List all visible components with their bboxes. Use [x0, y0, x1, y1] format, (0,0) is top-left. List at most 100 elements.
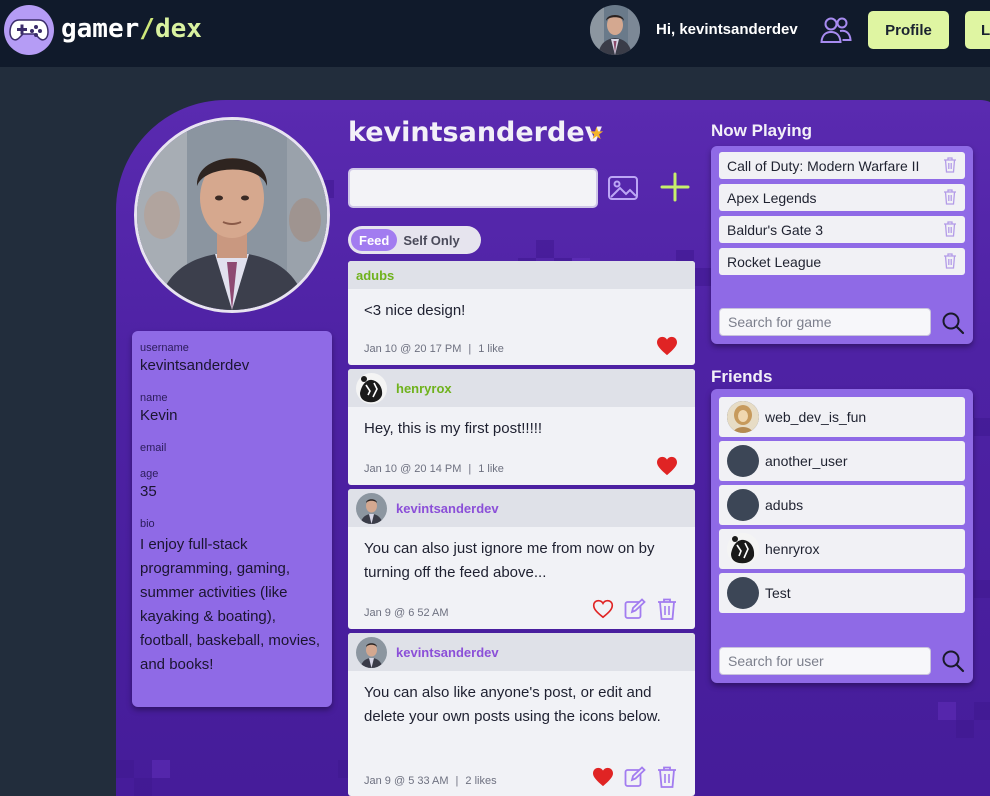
- post-meta: Jan 9 @ 5 33 AM | 2 likes: [364, 775, 497, 787]
- user-info-card: username kevintsanderdev name Kevin emai…: [132, 331, 332, 707]
- friends-title: Friends: [711, 367, 773, 386]
- search-icon[interactable]: [941, 649, 965, 673]
- new-post-input[interactable]: [348, 168, 598, 208]
- post-card: kevintsanderdev You can also like anyone…: [348, 633, 695, 796]
- friend-name: adubs: [765, 497, 804, 513]
- post-meta: Jan 9 @ 6 52 AM: [364, 607, 449, 619]
- post-card: henryrox Hey, this is my first post!!!!!…: [348, 369, 695, 485]
- post-date: Jan 9 @ 5 33 AM: [364, 775, 449, 787]
- friend-avatar: [727, 533, 759, 565]
- top-navbar: gamer/dex Hi, kevintsanderdev Profile Lo: [0, 0, 990, 67]
- friends-icon[interactable]: [820, 15, 852, 45]
- post-date: Jan 9 @ 6 52 AM: [364, 607, 449, 619]
- friend-name: web_dev_is_fun: [765, 409, 867, 425]
- post-header: kevintsanderdev: [348, 489, 695, 527]
- profile-button[interactable]: Profile: [868, 11, 949, 49]
- username-value: kevintsanderdev: [140, 357, 250, 374]
- post-header: kevintsanderdev: [348, 633, 695, 671]
- header-avatar[interactable]: [590, 5, 640, 55]
- post-meta: Jan 10 @ 20 14 PM | 1 like: [364, 463, 504, 475]
- age-value: 35: [140, 483, 157, 500]
- game-item: Baldur's Gate 3: [719, 216, 965, 243]
- game-item: Apex Legends: [719, 184, 965, 211]
- heart-filled-icon[interactable]: [656, 336, 678, 356]
- friend-item[interactable]: another_user: [719, 441, 965, 481]
- search-user-input[interactable]: [719, 647, 931, 675]
- post-likes: 2 likes: [465, 775, 497, 787]
- add-post-icon[interactable]: [659, 171, 691, 203]
- post-card: kevintsanderdev You can also just ignore…: [348, 489, 695, 629]
- game-name: Apex Legends: [727, 189, 817, 206]
- friend-avatar: [727, 489, 759, 521]
- trash-icon[interactable]: [943, 221, 957, 237]
- post-body: You can also like anyone's post, or edit…: [364, 684, 661, 725]
- name-value: Kevin: [140, 407, 178, 424]
- kevintsanderdev-avatar[interactable]: [356, 636, 387, 668]
- post-likes: 1 like: [478, 463, 504, 475]
- heart-filled-icon[interactable]: [592, 767, 614, 787]
- heart-outline-icon[interactable]: [592, 599, 614, 619]
- post-author[interactable]: kevintsanderdev: [396, 501, 499, 516]
- post-author[interactable]: henryrox: [396, 381, 452, 396]
- page-title: kevintsanderdev: [348, 117, 603, 148]
- friends-card: web_dev_is_fun another_user adubs henryr…: [711, 389, 973, 683]
- friend-item[interactable]: web_dev_is_fun: [719, 397, 965, 437]
- email-label: email: [140, 442, 167, 454]
- friend-item[interactable]: adubs: [719, 485, 965, 525]
- heart-filled-icon[interactable]: [656, 456, 678, 476]
- trash-icon[interactable]: [943, 189, 957, 205]
- search-game-input[interactable]: [719, 308, 931, 336]
- friend-item[interactable]: henryrox: [719, 529, 965, 569]
- now-playing-card: Call of Duty: Modern Warfare II Apex Leg…: [711, 146, 973, 344]
- post-author[interactable]: adubs: [356, 268, 394, 283]
- trash-icon[interactable]: [657, 766, 677, 788]
- name-label: name: [140, 392, 168, 404]
- now-playing-title: Now Playing: [711, 121, 813, 140]
- kevintsanderdev-avatar[interactable]: [356, 492, 387, 524]
- game-item: Call of Duty: Modern Warfare II: [719, 152, 965, 179]
- friend-name: henryrox: [765, 541, 820, 557]
- post-header: henryrox: [348, 369, 695, 407]
- game-name: Baldur's Gate 3: [727, 221, 824, 238]
- toggle-feed-option[interactable]: Feed: [351, 229, 398, 251]
- toggle-self-only-option[interactable]: Self Only: [397, 229, 465, 251]
- post-body: <3 nice design!: [364, 302, 466, 319]
- edit-icon[interactable]: [624, 598, 646, 620]
- trash-icon[interactable]: [657, 598, 677, 620]
- post-author[interactable]: kevintsanderdev: [396, 645, 499, 660]
- friend-avatar: [727, 445, 759, 477]
- friend-name: Test: [765, 585, 791, 601]
- bio-value: I enjoy full-stack programming, gaming, …: [140, 536, 321, 673]
- game-name: Call of Duty: Modern Warfare II: [727, 157, 920, 174]
- post-likes: 1 like: [478, 343, 504, 355]
- post-meta: Jan 10 @ 20 17 PM | 1 like: [364, 343, 504, 355]
- username-label: username: [140, 342, 189, 354]
- edit-icon[interactable]: [624, 766, 646, 788]
- trash-icon[interactable]: [943, 253, 957, 269]
- post-header: adubs: [348, 261, 695, 289]
- greeting-text: Hi, kevintsanderdev: [656, 21, 798, 38]
- friend-avatar: [727, 577, 759, 609]
- logo-wordmark[interactable]: gamer/dex: [61, 14, 202, 44]
- trash-icon[interactable]: [943, 157, 957, 173]
- image-upload-icon[interactable]: [607, 174, 639, 202]
- game-item: Rocket League: [719, 248, 965, 275]
- post-card: adubs <3 nice design! Jan 10 @ 20 17 PM |…: [348, 261, 695, 365]
- profile-picture: [134, 117, 330, 313]
- post-date: Jan 10 @ 20 17 PM: [364, 343, 462, 355]
- friend-item[interactable]: Test: [719, 573, 965, 613]
- age-label: age: [140, 468, 159, 480]
- star-icon: ★: [589, 124, 605, 144]
- post-body: You can also just ignore me from now on …: [364, 540, 655, 581]
- friend-name: another_user: [765, 453, 848, 469]
- gamepad-logo-icon[interactable]: [4, 5, 54, 55]
- feed-toggle[interactable]: Feed Self Only: [348, 226, 481, 254]
- post-body: Hey, this is my first post!!!!!: [364, 420, 543, 437]
- bio-label: bio: [140, 518, 155, 530]
- logout-button[interactable]: Lo: [965, 11, 990, 49]
- henryrox-avatar[interactable]: [356, 372, 387, 404]
- friend-avatar: [727, 401, 759, 433]
- game-name: Rocket League: [727, 253, 822, 270]
- post-date: Jan 10 @ 20 14 PM: [364, 463, 462, 475]
- search-icon[interactable]: [941, 311, 965, 335]
